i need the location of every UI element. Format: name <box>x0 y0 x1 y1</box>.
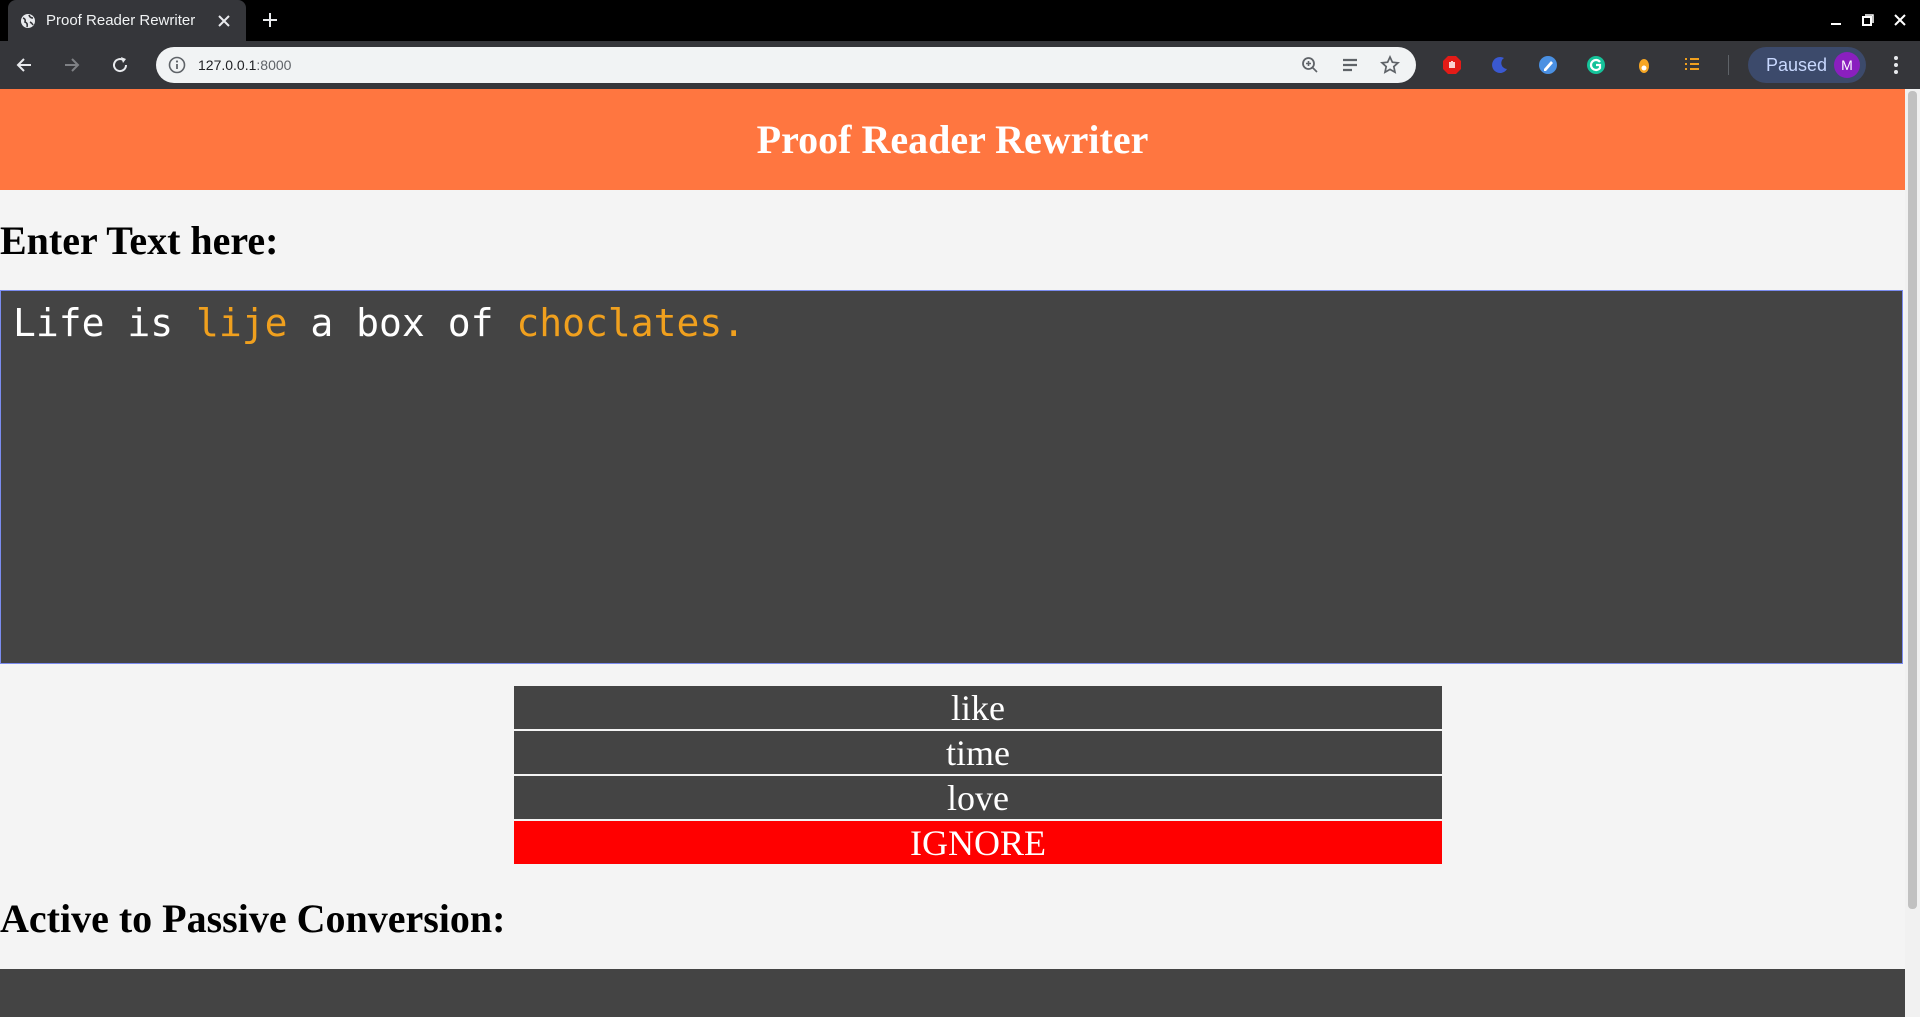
close-window-icon[interactable] <box>1888 9 1912 31</box>
scrollbar-thumb[interactable] <box>1908 91 1917 909</box>
url-host: 127.0.0.1 <box>198 57 257 73</box>
browser-tab[interactable]: Proof Reader Rewriter <box>8 0 246 41</box>
browser-tab-bar: Proof Reader Rewriter <box>0 0 1920 41</box>
profile-status: Paused <box>1766 54 1828 75</box>
suggestion-list: like time love IGNORE <box>514 686 1442 866</box>
passive-conversion-box[interactable] <box>0 969 1905 1017</box>
pen-extension-icon[interactable] <box>1536 53 1560 77</box>
close-tab-icon[interactable] <box>212 9 236 33</box>
suggestion-item[interactable]: time <box>514 731 1442 774</box>
toolbar-separator <box>1728 55 1729 75</box>
more-menu-icon[interactable] <box>1884 53 1908 77</box>
page-header: Proof Reader Rewriter <box>0 89 1905 190</box>
ignore-button[interactable]: IGNORE <box>514 821 1442 864</box>
grammarly-extension-icon[interactable] <box>1584 53 1608 77</box>
globe-icon <box>20 13 36 29</box>
new-tab-icon[interactable] <box>258 8 282 32</box>
minimize-icon[interactable] <box>1824 9 1848 31</box>
input-heading: Enter Text here: <box>0 218 279 263</box>
editor-text-segment: Life is <box>13 301 197 345</box>
list-extension-icon[interactable] <box>1680 53 1704 77</box>
suggestion-item[interactable]: like <box>514 686 1442 729</box>
page-viewport: Proof Reader Rewriter Enter Text here: L… <box>0 89 1905 1017</box>
adblock-extension-icon[interactable] <box>1440 53 1464 77</box>
honey-extension-icon[interactable] <box>1632 53 1656 77</box>
restore-icon[interactable] <box>1856 9 1880 31</box>
profile-button[interactable]: Paused M <box>1748 47 1866 83</box>
url-text: 127.0.0.1:8000 <box>198 57 1296 73</box>
conversion-heading: Active to Passive Conversion: <box>0 896 506 941</box>
editor-text-segment: a box of <box>287 301 517 345</box>
zoom-icon[interactable] <box>1296 51 1324 79</box>
page-scrollbar[interactable] <box>1905 89 1920 1017</box>
address-bar[interactable]: 127.0.0.1:8000 <box>156 47 1416 83</box>
site-info-icon[interactable] <box>168 56 186 74</box>
misspelled-word[interactable]: lije <box>196 301 288 345</box>
moon-extension-icon[interactable] <box>1488 53 1512 77</box>
url-port: :8000 <box>256 57 292 73</box>
browser-toolbar: 127.0.0.1:8000 Paused M <box>0 41 1920 89</box>
reader-mode-icon[interactable] <box>1336 51 1364 79</box>
misspelled-word[interactable]: choclates. <box>516 301 745 345</box>
reload-icon[interactable] <box>104 49 136 81</box>
back-icon[interactable] <box>8 49 40 81</box>
forward-icon[interactable] <box>56 49 88 81</box>
page-title: Proof Reader Rewriter <box>756 117 1149 162</box>
text-editor[interactable]: Life is lije a box of choclates. <box>0 290 1903 664</box>
tab-title: Proof Reader Rewriter <box>46 12 196 29</box>
suggestion-item[interactable]: love <box>514 776 1442 819</box>
avatar: M <box>1834 52 1860 78</box>
bookmark-star-icon[interactable] <box>1376 51 1404 79</box>
